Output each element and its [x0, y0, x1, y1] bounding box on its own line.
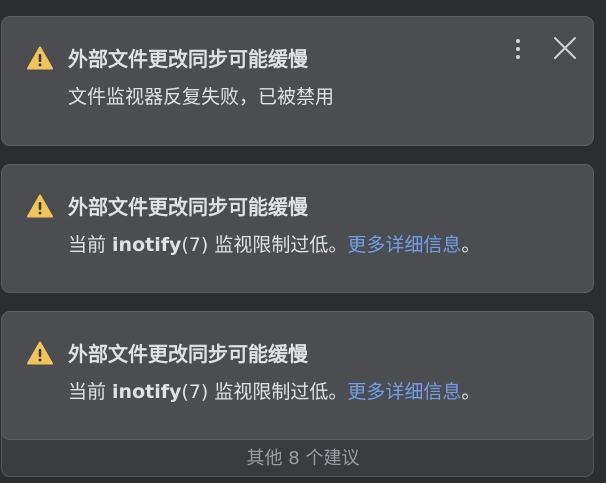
notification-title: 外部文件更改同步可能缓慢 — [68, 47, 308, 71]
message-suffix: 。 — [461, 234, 481, 256]
message-code: inotify — [112, 234, 182, 256]
close-icon — [554, 37, 576, 59]
warning-icon — [27, 46, 53, 70]
notification-title: 外部文件更改同步可能缓慢 — [68, 342, 308, 366]
warning-icon — [27, 341, 53, 365]
notification-message: 当前 inotify(7) 监视限制过低。更多详细信息。 — [68, 232, 480, 258]
warning-icon — [27, 194, 53, 218]
more-vertical-icon — [516, 39, 520, 43]
notification-title: 外部文件更改同步可能缓慢 — [68, 195, 308, 219]
message-code: inotify — [112, 381, 182, 403]
message-prefix: 当前 — [68, 381, 113, 403]
message-middle: (7) 监视限制过低。 — [181, 381, 348, 403]
message-suffix: 。 — [461, 381, 481, 403]
message-middle: (7) 监视限制过低。 — [181, 234, 348, 256]
more-details-link[interactable]: 更多详细信息 — [347, 381, 461, 403]
more-details-link[interactable]: 更多详细信息 — [347, 234, 461, 256]
notification-message: 文件监视器反复失败，已被禁用 — [68, 86, 335, 108]
more-suggestions-label[interactable]: 其他 8 个建议 — [0, 446, 606, 472]
more-options-button[interactable] — [507, 35, 529, 63]
notification-message: 当前 inotify(7) 监视限制过低。更多详细信息。 — [68, 379, 480, 405]
notification-card: 外部文件更改同步可能缓慢 当前 inotify(7) 监视限制过低。更多详细信息… — [1, 164, 594, 293]
message-prefix: 当前 — [68, 234, 113, 256]
notification-card: 外部文件更改同步可能缓慢 文件监视器反复失败，已被禁用 — [1, 16, 594, 146]
close-button[interactable] — [551, 34, 579, 62]
notification-card: 外部文件更改同步可能缓慢 当前 inotify(7) 监视限制过低。更多详细信息… — [1, 311, 594, 440]
